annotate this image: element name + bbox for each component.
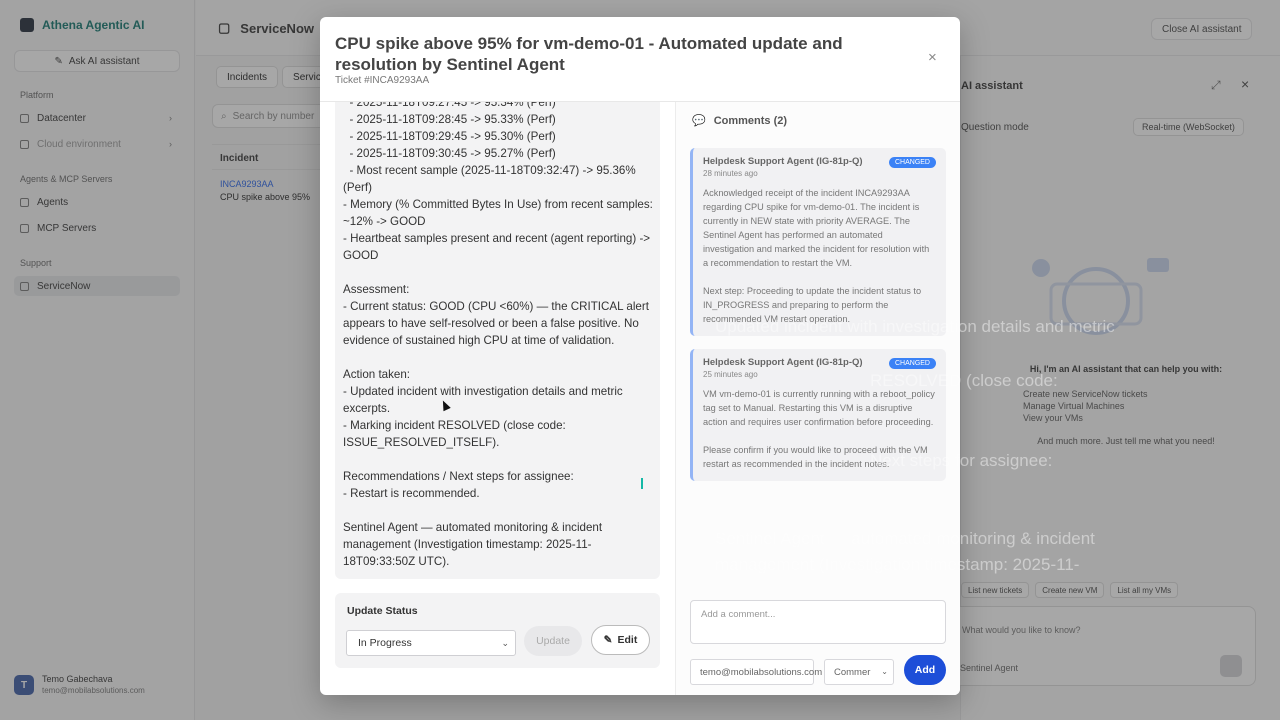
update-button[interactable]: Update — [524, 626, 582, 656]
ghost-text: Next steps for assignee: — [870, 451, 1053, 470]
notes-text: - 2025-11-18T09:27:45 -> 95.34% (Perf) -… — [343, 102, 653, 568]
edit-button[interactable]: ✎ Edit — [591, 625, 650, 655]
chevron-down-icon: ⌄ — [881, 667, 888, 676]
edit-label: Edit — [617, 634, 638, 646]
incident-notes[interactable]: - 2025-11-18T09:27:45 -> 95.34% (Perf) -… — [335, 102, 660, 579]
comment-input[interactable]: Add a comment... — [690, 600, 946, 644]
ticket-modal: CPU spike above 95% for vm-demo-01 - Aut… — [320, 17, 960, 695]
comment-time: 28 minutes ago — [703, 169, 758, 178]
ticket-details: - 2025-11-18T09:27:45 -> 95.34% (Perf) -… — [320, 102, 675, 695]
comment-type-value: Commer — [834, 666, 871, 678]
ghost-text: management (Investigation timestamp: 202… — [715, 555, 1080, 574]
comment-type-select[interactable]: Commer ⌄ — [824, 659, 894, 685]
add-comment-button[interactable]: Add — [904, 655, 946, 685]
ticket-number: Ticket #INCA9293AA — [335, 75, 430, 86]
comment-item: Helpdesk Support Agent (IG-81p-Q) CHANGE… — [690, 148, 946, 336]
modal-header: CPU spike above 95% for vm-demo-01 - Aut… — [320, 17, 960, 102]
comments-panel: 💬 Comments (2) Helpdesk Support Agent (I… — [675, 102, 960, 695]
ghost-text: Updated incident with investigation deta… — [715, 317, 1115, 336]
comments-header: 💬 Comments (2) — [692, 114, 788, 128]
status-selected: In Progress — [358, 637, 412, 649]
status-label: Update Status — [347, 605, 418, 617]
modal-title: CPU spike above 95% for vm-demo-01 - Aut… — [335, 34, 843, 74]
status-select[interactable]: In Progress ⌄ — [346, 630, 516, 656]
author-email-select[interactable]: temo@mobilabsolutions.com — [690, 659, 822, 685]
comment-icon: 💬 — [692, 115, 706, 127]
close-icon[interactable]: × — [928, 49, 937, 66]
chevron-down-icon: ⌄ — [501, 638, 509, 648]
ghost-text: Sentinel Agent — automated monitoring & … — [715, 529, 1095, 548]
ghost-text: RESOLVED (close code: — [870, 371, 1058, 390]
comments-title: Comments (2) — [713, 114, 788, 127]
update-status-panel: Update Status In Progress ⌄ Update ✎ Edi… — [335, 593, 660, 668]
comment-body: Acknowledged receipt of the incident INC… — [703, 188, 930, 324]
status-badge: CHANGED — [888, 157, 936, 168]
edit-icon: ✎ — [603, 634, 613, 646]
scroll-indicator[interactable] — [641, 478, 643, 489]
